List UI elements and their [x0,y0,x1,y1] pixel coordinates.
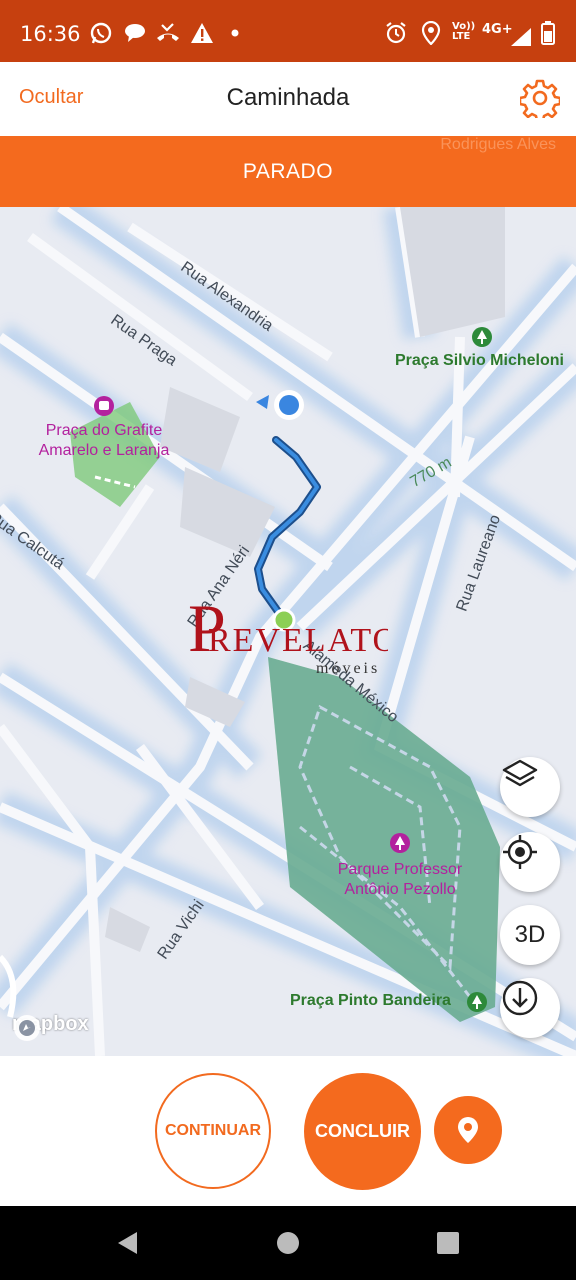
download-icon [502,980,538,1016]
back-button[interactable] [112,1228,142,1258]
activity-status-text: PARADO [242,160,334,183]
recents-button[interactable] [433,1228,463,1258]
home-button[interactable] [273,1228,303,1258]
warning-icon [190,20,214,46]
app-header: Ocultar Caminhada [0,62,576,136]
download-button[interactable] [500,978,560,1038]
back-triangle-icon [118,1232,137,1254]
page-title: Caminhada [226,84,350,111]
map-pin-icon [458,1117,478,1143]
locate-button[interactable] [500,832,560,892]
crosshair-icon [503,835,537,869]
network-type: 4G+ [482,22,513,37]
status-bar: 16:36 Vo)) LTE 4G+ [0,0,576,62]
3d-toggle-button[interactable]: 3D [500,905,560,965]
watermark-sub: móveis [316,660,380,677]
watermark-text: REVELATO [208,622,388,659]
whatsapp-icon [88,20,114,46]
mapbox-icon [14,1015,40,1041]
layers-button[interactable] [500,757,560,817]
action-bar: CONTINUAR CONCLUIR [0,1056,576,1206]
home-circle-icon [277,1232,299,1254]
location-icon [420,20,442,46]
recents-square-icon [437,1232,459,1254]
system-nav-bar [0,1206,576,1280]
poi-label-line: Praça do Grafite [45,422,163,439]
mapbox-logo[interactable]: mapbox [12,1013,89,1041]
signal-icon [510,24,532,50]
poi-label: Parque Professor Antônio Pezollo [322,860,478,900]
poi-label: Praça do Grafite Amarelo e Laranja [26,421,182,461]
add-marker-button[interactable] [434,1096,502,1164]
chat-bubble-icon [122,20,148,46]
continue-button[interactable]: CONTINUAR [155,1073,271,1189]
gear-icon[interactable] [518,78,562,123]
volte-indicator: Vo)) LTE [452,21,476,42]
alarm-icon [384,20,408,46]
finish-button[interactable]: CONCLUIR [304,1073,421,1190]
status-time: 16:36 [20,22,81,46]
map-view[interactable]: Rua Alexandria Rua Praga Rua Calcutá Rua… [0,207,576,1056]
park-label: Praça Pinto Bandeira [290,992,451,1009]
screen: 16:36 Vo)) LTE 4G+ Ocultar Caminhada Rod… [0,0,576,1280]
poi-label-line: Amarelo e Laranja [38,442,170,459]
park-label: Praça Silvio Micheloni [395,352,564,369]
missed-call-icon [154,20,182,46]
dot-icon [230,20,240,46]
battery-icon [540,20,556,46]
faded-street-label: Rodrigues Alves [440,136,556,153]
poi-label-line: Parque Professor [337,861,463,878]
poi-label-line: Antônio Pezollo [344,881,456,898]
layers-icon [502,759,538,787]
activity-status-banner: Rodrigues Alves PARADO [0,136,576,207]
